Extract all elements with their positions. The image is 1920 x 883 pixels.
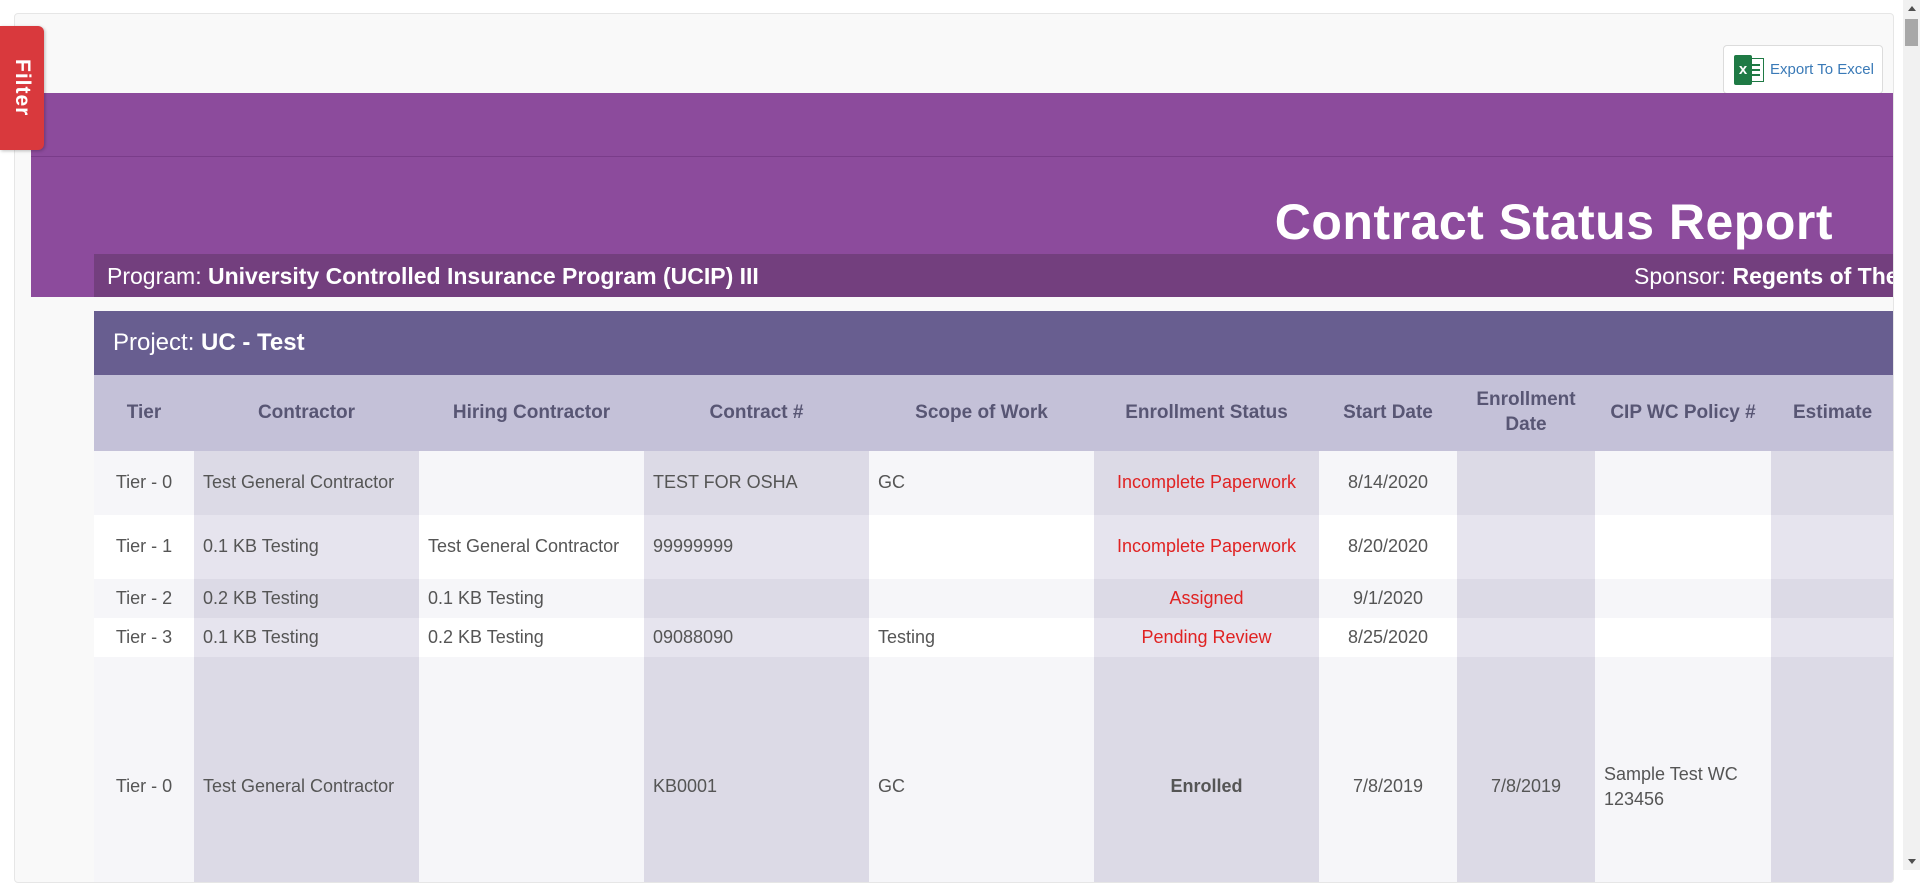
- cell-contractor: Test General Contractor: [194, 657, 419, 882]
- cell-enrollment-status: Incomplete Paperwork: [1094, 451, 1319, 515]
- table-header-row: Tier Contractor Hiring Contractor Contra…: [94, 375, 1893, 451]
- cell-hiring-contractor: 0.2 KB Testing: [419, 618, 644, 657]
- cell-contract-number: 09088090: [644, 618, 869, 657]
- cell-cip-wc-policy: [1595, 515, 1771, 579]
- cell-contractor: 0.1 KB Testing: [194, 515, 419, 579]
- cell-estimate: [1771, 451, 1893, 515]
- cell-cip-wc-policy: [1595, 451, 1771, 515]
- cell-contract-number: TEST FOR OSHA: [644, 451, 869, 515]
- cell-scope-of-work: GC: [869, 657, 1094, 882]
- cell-scope-of-work: [869, 579, 1094, 618]
- cell-hiring-contractor: [419, 451, 644, 515]
- cell-tier: Tier - 0: [94, 451, 194, 515]
- project-label: Project:: [113, 329, 195, 356]
- cell-tier: Tier - 0: [94, 657, 194, 882]
- program-value: University Controlled Insurance Program …: [207, 263, 759, 289]
- cell-contract-number: [644, 579, 869, 618]
- cell-scope-of-work: Testing: [869, 618, 1094, 657]
- table-row: Tier - 2 0.2 KB Testing 0.1 KB Testing A…: [94, 579, 1893, 618]
- program-label: Program:: [107, 263, 202, 289]
- cell-cip-wc-policy: [1595, 618, 1771, 657]
- col-header-enrollment-date[interactable]: Enrollment Date: [1457, 375, 1595, 451]
- scrollbar-thumb[interactable]: [1905, 19, 1918, 46]
- sponsor-label: Sponsor:: [1634, 263, 1727, 289]
- cell-start-date: 8/25/2020: [1319, 618, 1457, 657]
- col-header-hiring-contractor[interactable]: Hiring Contractor: [419, 375, 644, 451]
- table-row: Tier - 3 0.1 KB Testing 0.2 KB Testing 0…: [94, 618, 1893, 657]
- cell-contractor: 0.1 KB Testing: [194, 618, 419, 657]
- col-header-contractor[interactable]: Contractor: [194, 375, 419, 451]
- cell-enrollment-status: Assigned: [1094, 579, 1319, 618]
- cell-start-date: 7/8/2019: [1319, 657, 1457, 882]
- col-header-contract-number[interactable]: Contract #: [644, 375, 869, 451]
- cell-cip-wc-policy: Sample Test WC 123456: [1595, 657, 1771, 882]
- export-label: Export To Excel: [1770, 61, 1874, 78]
- col-header-start-date[interactable]: Start Date: [1319, 375, 1457, 451]
- cell-enrollment-date: 7/8/2019: [1457, 657, 1595, 882]
- cell-contractor: 0.2 KB Testing: [194, 579, 419, 618]
- cell-start-date: 9/1/2020: [1319, 579, 1457, 618]
- cell-tier: Tier - 3: [94, 618, 194, 657]
- col-header-scope-of-work[interactable]: Scope of Work: [869, 375, 1094, 451]
- cell-contract-number: KB0001: [644, 657, 869, 882]
- cell-tier: Tier - 1: [94, 515, 194, 579]
- cell-enrollment-status: Pending Review: [1094, 618, 1319, 657]
- sponsor-info: Sponsor: Regents of The Univ: [1634, 263, 1893, 290]
- scroll-down-arrow-icon[interactable]: [1903, 853, 1920, 870]
- cell-enrollment-status: Enrolled: [1094, 657, 1319, 882]
- cell-contractor: Test General Contractor: [194, 451, 419, 515]
- cell-enrollment-date: [1457, 515, 1595, 579]
- cell-start-date: 8/20/2020: [1319, 515, 1457, 579]
- table-row: Tier - 0 Test General Contractor KB0001 …: [94, 657, 1893, 882]
- project-value: UC - Test: [201, 329, 305, 356]
- cell-estimate: [1771, 657, 1893, 882]
- col-header-enrollment-status[interactable]: Enrollment Status: [1094, 375, 1319, 451]
- cell-tier: Tier - 2: [94, 579, 194, 618]
- cell-enrollment-date: [1457, 451, 1595, 515]
- report-card: x Export To Excel Contract Status Report…: [14, 13, 1894, 883]
- contract-status-table-wrap: Tier Contractor Hiring Contractor Contra…: [94, 375, 1893, 882]
- cell-enrollment-date: [1457, 579, 1595, 618]
- sponsor-value: Regents of The Univ: [1732, 263, 1893, 289]
- vertical-scrollbar[interactable]: [1903, 0, 1920, 870]
- excel-icon: x: [1734, 54, 1764, 85]
- table-row: Tier - 0 Test General Contractor TEST FO…: [94, 451, 1893, 515]
- program-info-bar: Program: University Controlled Insurance…: [94, 254, 1893, 297]
- cell-estimate: [1771, 515, 1893, 579]
- contract-status-table: Tier Contractor Hiring Contractor Contra…: [94, 375, 1893, 882]
- cell-start-date: 8/14/2020: [1319, 451, 1457, 515]
- col-header-tier[interactable]: Tier: [94, 375, 194, 451]
- project-bar: Project: UC - Test: [94, 311, 1893, 375]
- filter-tab-label: Filter: [11, 59, 34, 117]
- cell-contract-number: 99999999: [644, 515, 869, 579]
- cell-cip-wc-policy: [1595, 579, 1771, 618]
- table-row: Tier - 1 0.1 KB Testing Test General Con…: [94, 515, 1893, 579]
- report-title: Contract Status Report: [1274, 194, 1833, 250]
- cell-estimate: [1771, 618, 1893, 657]
- cell-enrollment-date: [1457, 618, 1595, 657]
- export-to-excel-button[interactable]: x Export To Excel: [1723, 45, 1883, 94]
- cell-hiring-contractor: 0.1 KB Testing: [419, 579, 644, 618]
- cell-hiring-contractor: [419, 657, 644, 882]
- cell-scope-of-work: [869, 515, 1094, 579]
- program-info: Program: University Controlled Insurance…: [107, 263, 759, 290]
- cell-hiring-contractor: Test General Contractor: [419, 515, 644, 579]
- cell-estimate: [1771, 579, 1893, 618]
- col-header-estimate[interactable]: Estimate: [1771, 375, 1893, 451]
- cell-scope-of-work: GC: [869, 451, 1094, 515]
- scroll-up-arrow-icon[interactable]: [1903, 0, 1920, 17]
- cell-enrollment-status: Incomplete Paperwork: [1094, 515, 1319, 579]
- filter-tab-button[interactable]: Filter: [0, 26, 44, 150]
- col-header-cip-wc-policy[interactable]: CIP WC Policy #: [1595, 375, 1771, 451]
